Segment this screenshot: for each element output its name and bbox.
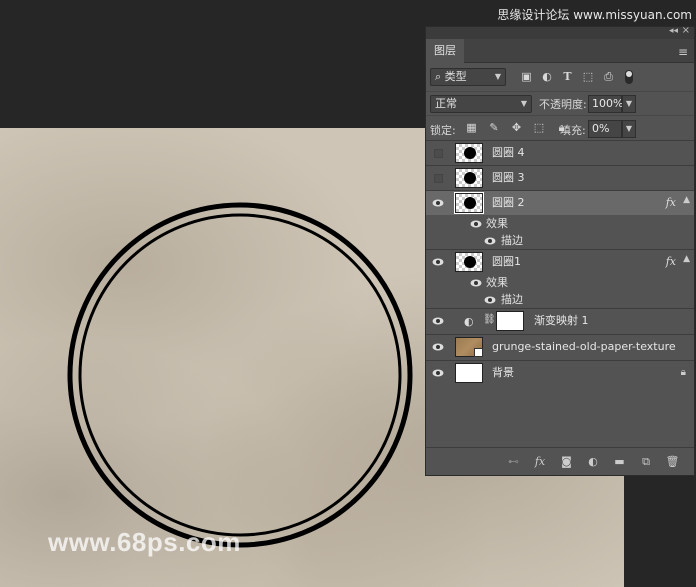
lock-artboard-icon[interactable]: ⬚ <box>530 121 549 134</box>
effects-label: 效果 <box>486 217 508 230</box>
layer-thumbnail <box>455 168 483 188</box>
chevron-up-icon[interactable]: ▲ <box>683 195 690 205</box>
effects-label: 效果 <box>486 276 508 289</box>
layer-row-gradient-map[interactable]: ◐ ⛓ 渐变映射 1 <box>426 308 694 334</box>
visibility-toggle-off[interactable] <box>434 149 443 158</box>
filter-type-dropdown[interactable]: ⌕ 类型 ▼ <box>430 68 506 86</box>
stroke-effect-label: 描边 <box>501 293 523 306</box>
blend-mode-dropdown[interactable]: 正常 ▼ <box>430 95 532 113</box>
lock-transparent-icon[interactable]: ▦ <box>462 121 481 134</box>
stroke-effect-row[interactable]: 描边 <box>426 291 694 308</box>
type-filter-icon[interactable]: T <box>559 70 576 83</box>
layers-panel: ◂◂ × 图层 ≡ ⌕ 类型 ▼ ▣ ◐ T ⬚ ⎙ 正常 ▼ 不透明度: 10… <box>425 25 695 476</box>
link-icon[interactable]: ⛓ <box>483 314 496 325</box>
fx-icon[interactable]: fx <box>666 255 676 268</box>
eye-icon[interactable] <box>470 278 482 288</box>
watermark-top: 思缘设计论坛 www.missyuan.com <box>497 8 692 22</box>
opacity-label: 不透明度: <box>539 98 587 111</box>
adjustment-filter-icon[interactable]: ◐ <box>539 70 556 83</box>
fx-icon[interactable]: fx <box>666 196 676 209</box>
layer-row-background[interactable]: 背景 🔒︎ <box>426 360 694 386</box>
eye-icon[interactable] <box>432 316 444 326</box>
adjustment-icon[interactable]: ◐ <box>582 455 605 468</box>
link-icon[interactable]: ⊷ <box>502 455 525 468</box>
layer-mask-thumbnail[interactable] <box>496 311 524 331</box>
layer-row-circle-3[interactable]: 圆圈 3 <box>426 165 694 190</box>
filter-icons: ▣ ◐ T ⬚ ⎙ <box>518 70 617 84</box>
lock-label: 锁定: <box>430 124 456 137</box>
layer-name: 圆圈 2 <box>492 196 525 209</box>
chevron-down-icon: ▼ <box>520 99 527 108</box>
layer-row-circle-2[interactable]: 圆圈 2 fx ▲ <box>426 190 694 215</box>
layer-name: 圆圈1 <box>492 255 521 268</box>
eye-icon[interactable] <box>432 257 444 267</box>
layer-name: 圆圈 3 <box>492 171 525 184</box>
folder-icon[interactable]: ▬ <box>608 455 631 468</box>
lock-icons: ▦ ✎ ✥ ⬚ 🔒︎ <box>462 121 571 135</box>
watermark-bottom: www.68ps.com <box>48 527 241 557</box>
layer-name: 圆圈 4 <box>492 146 525 159</box>
layer-name: 渐变映射 1 <box>534 314 589 327</box>
eye-icon[interactable] <box>484 236 496 246</box>
stroke-effect-label: 描边 <box>501 234 523 247</box>
lock-move-icon[interactable]: ✥ <box>507 121 526 134</box>
inner-ring <box>78 213 402 537</box>
stroke-effect-row[interactable]: 描边 <box>426 232 694 249</box>
panel-tab-row: 图层 ≡ <box>426 39 694 63</box>
layer-name: grunge-stained-old-paper-texture <box>492 340 676 353</box>
outer-ring <box>67 202 413 548</box>
eye-icon[interactable] <box>484 295 496 305</box>
layer-row-circle-1[interactable]: 圆圈1 fx ▲ <box>426 249 694 274</box>
eye-icon[interactable] <box>432 342 444 352</box>
filter-row: ⌕ 类型 ▼ ▣ ◐ T ⬚ ⎙ <box>426 63 694 91</box>
visibility-toggle-off[interactable] <box>434 174 443 183</box>
fx-icon[interactable]: fx <box>529 455 552 468</box>
layer-row-paper-texture[interactable]: grunge-stained-old-paper-texture <box>426 334 694 360</box>
opacity-input[interactable]: 100% <box>588 95 623 113</box>
eye-icon[interactable] <box>432 198 444 208</box>
filter-toggle[interactable] <box>625 70 633 84</box>
tab-layers[interactable]: 图层 <box>426 39 464 63</box>
effects-row[interactable]: 效果 <box>426 274 694 291</box>
effects-row[interactable]: 效果 <box>426 215 694 232</box>
eye-icon[interactable] <box>470 219 482 229</box>
trash-icon[interactable]: 🗑︎ <box>661 455 684 468</box>
layers-list: 圆圈 4 圆圈 3 圆圈 2 fx ▲ 效果 描边 圆圈1 fx ▲ 效果 描边… <box>426 140 694 386</box>
lock-icon: 🔒︎ <box>680 367 686 378</box>
smart-filter-icon[interactable]: ⎙ <box>600 70 617 84</box>
mask-icon[interactable]: ◙ <box>555 455 578 468</box>
fill-input[interactable]: 0% <box>588 120 622 138</box>
panel-menu-icon[interactable]: ≡ <box>678 45 688 59</box>
blend-mode-value: 正常 <box>435 97 457 110</box>
lock-paint-icon[interactable]: ✎ <box>485 121 504 134</box>
blend-row: 正常 ▼ 不透明度: 100% ▼ <box>426 91 694 115</box>
bottom-icons: ⊷ fx ◙ ◐ ▬ ⧉ 🗑︎ <box>502 455 684 469</box>
fill-label: 填充: <box>560 124 586 137</box>
panel-bottom-toolbar: ⊷ fx ◙ ◐ ▬ ⧉ 🗑︎ <box>426 447 694 475</box>
image-filter-icon[interactable]: ▣ <box>518 70 535 83</box>
close-icon[interactable]: × <box>682 25 690 36</box>
chevron-down-icon: ▼ <box>494 72 501 81</box>
filter-type-label: 类型 <box>444 70 467 83</box>
layer-thumbnail <box>455 143 483 163</box>
opacity-dropdown-icon[interactable]: ▼ <box>622 95 636 113</box>
panel-title-bar[interactable]: ◂◂ × <box>426 25 694 39</box>
new-layer-icon[interactable]: ⧉ <box>635 455 658 469</box>
lock-row: 锁定: ▦ ✎ ✥ ⬚ 🔒︎ 填充: 0% ▼ <box>426 115 694 141</box>
layer-thumbnail <box>454 192 484 214</box>
adjustment-layer-icon: ◐ <box>464 315 474 328</box>
layer-thumbnail <box>455 252 483 272</box>
search-icon: ⌕ <box>435 70 442 83</box>
layer-thumbnail <box>455 337 483 357</box>
fill-dropdown-icon[interactable]: ▼ <box>622 120 636 138</box>
chevron-up-icon[interactable]: ▲ <box>683 254 690 264</box>
layer-name: 背景 <box>492 366 514 379</box>
smart-object-icon <box>474 348 483 357</box>
layer-thumbnail <box>455 363 483 383</box>
eye-icon[interactable] <box>432 368 444 378</box>
layer-row-circle-4[interactable]: 圆圈 4 <box>426 140 694 165</box>
collapse-icon[interactable]: ◂◂ <box>669 26 678 36</box>
shape-filter-icon[interactable]: ⬚ <box>580 70 597 83</box>
